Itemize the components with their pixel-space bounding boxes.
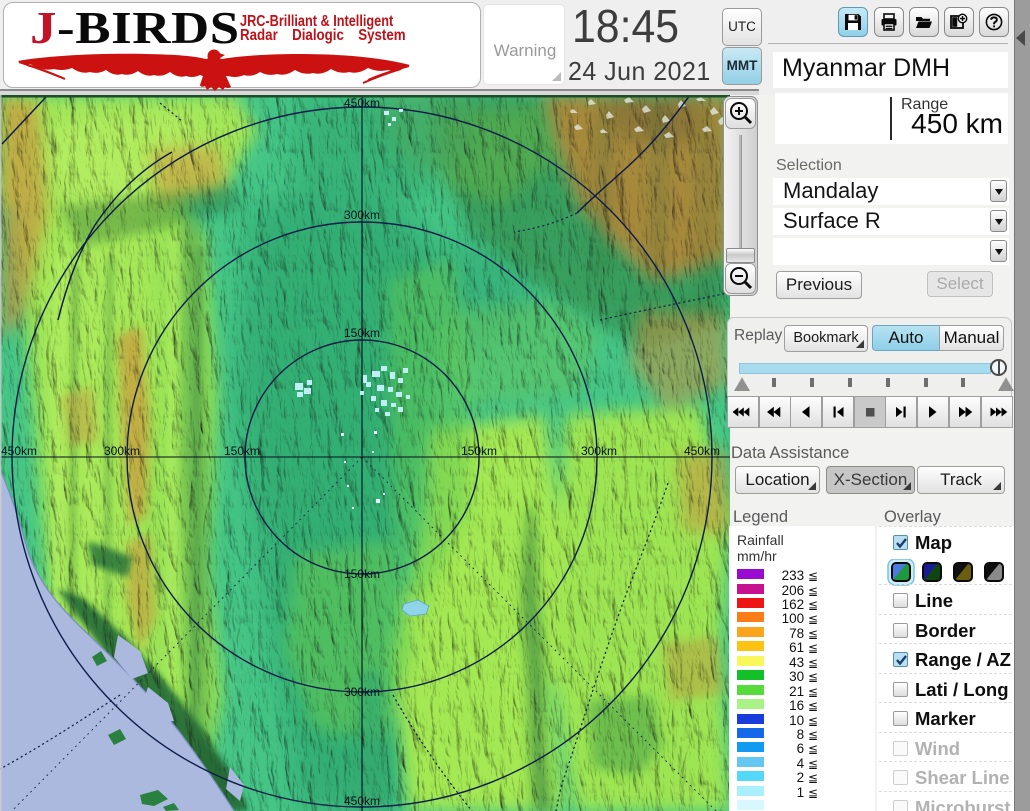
svg-text:150km: 150km xyxy=(344,567,380,581)
svg-text:150km: 150km xyxy=(344,326,380,340)
svg-text:150km: 150km xyxy=(224,444,260,458)
svg-text:300km: 300km xyxy=(104,444,140,458)
svg-text:450km: 450km xyxy=(684,444,720,458)
svg-text:300km: 300km xyxy=(344,685,380,699)
svg-text:450km: 450km xyxy=(1,444,37,458)
svg-text:450km: 450km xyxy=(344,794,380,808)
svg-text:300km: 300km xyxy=(581,444,617,458)
svg-text:150km: 150km xyxy=(461,444,497,458)
svg-text:450km: 450km xyxy=(344,96,380,110)
svg-text:300km: 300km xyxy=(344,208,380,222)
